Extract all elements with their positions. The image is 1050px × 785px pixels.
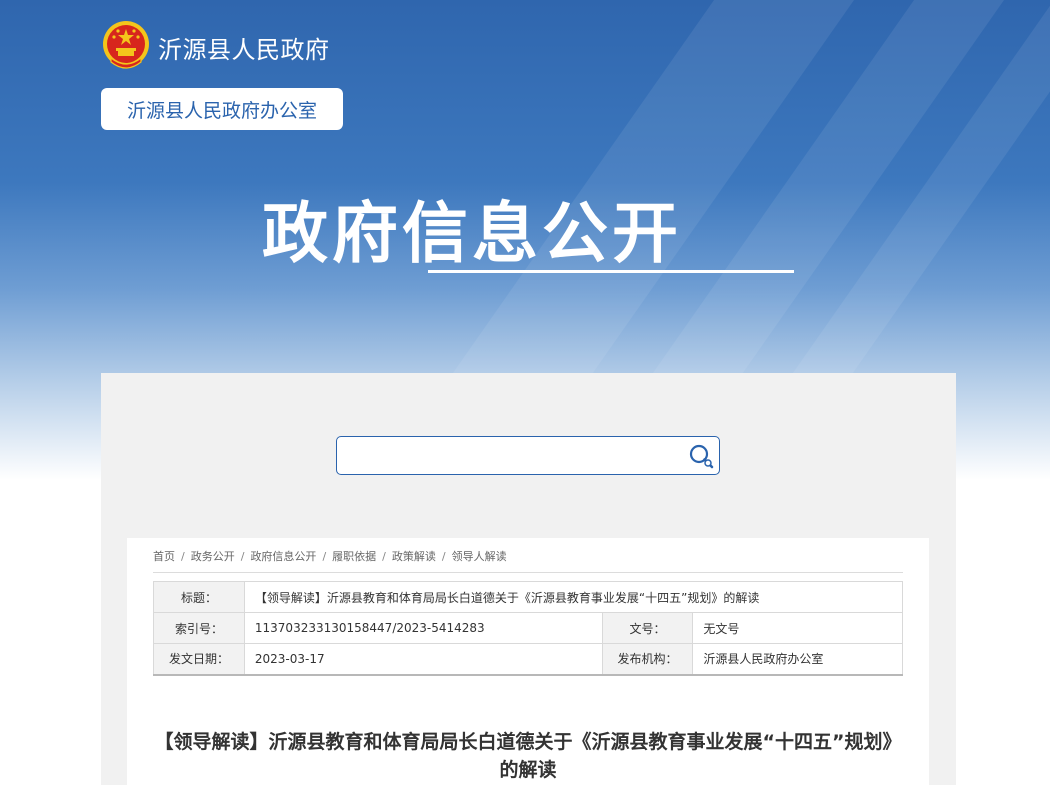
breadcrumb: 首页 / 政务公开 / 政府信息公开 / 履职依据 / 政策解读 / 领导人解读 [153,548,507,564]
site-name[interactable]: 沂源县人民政府 [158,30,330,65]
search-box [336,436,720,475]
table-row: 发文日期： 2023-03-17 发布机构： 沂源县人民政府办公室 [153,643,903,676]
docno-value: 无文号 [692,612,903,644]
breadcrumb-separator: / [382,549,386,563]
search-icon[interactable] [687,442,715,470]
org-label: 发布机构： [601,643,694,676]
breadcrumb-separator: / [181,549,185,563]
date-label: 发文日期： [153,643,245,676]
title-label: 标题： [153,581,245,613]
breadcrumb-home[interactable]: 首页 [153,548,175,564]
search-input[interactable] [345,441,675,470]
hero-title: 政府信息公开 [262,195,682,272]
breadcrumb-separator: / [240,549,245,563]
breadcrumb-basis[interactable]: 履职依据 [332,548,376,564]
title-value: 【领导解读】沂源县教育和体育局局长白道德关于《沂源县教育事业发展“十四五”规划》… [243,581,904,613]
breadcrumb-leader-interpretation[interactable]: 领导人解读 [452,548,507,564]
table-row: 索引号： 113703233130158447/2023-5414283 文号：… [153,612,903,644]
breadcrumb-separator: / [441,549,446,563]
index-value: 113703233130158447/2023-5414283 [243,612,603,644]
article-title: 【领导解读】沂源县教育和体育局局长白道德关于《沂源县教育事业发展“十四五”规划》… [154,731,902,781]
national-emblem-icon[interactable] [101,20,151,72]
index-label: 索引号： [153,612,245,644]
breadcrumb-separator: / [322,549,327,563]
org-value: 沂源县人民政府办公室 [692,643,903,676]
docno-label: 文号： [601,612,694,644]
date-value: 2023-03-17 [243,643,603,676]
breadcrumb-info-disclosure[interactable]: 政府信息公开 [250,548,316,564]
breadcrumb-policy-interpretation[interactable]: 政策解读 [392,548,436,564]
breadcrumb-divider [153,572,903,573]
document-metadata-table: 标题： 【领导解读】沂源县教育和体育局局长白道德关于《沂源县教育事业发展“十四五… [153,581,904,676]
office-name-button[interactable]: 沂源县人民政府办公室 [101,88,343,130]
table-row: 标题： 【领导解读】沂源县教育和体育局局长白道德关于《沂源县教育事业发展“十四五… [153,581,904,613]
hero-underline [428,270,794,273]
breadcrumb-gov-affairs[interactable]: 政务公开 [191,548,235,564]
